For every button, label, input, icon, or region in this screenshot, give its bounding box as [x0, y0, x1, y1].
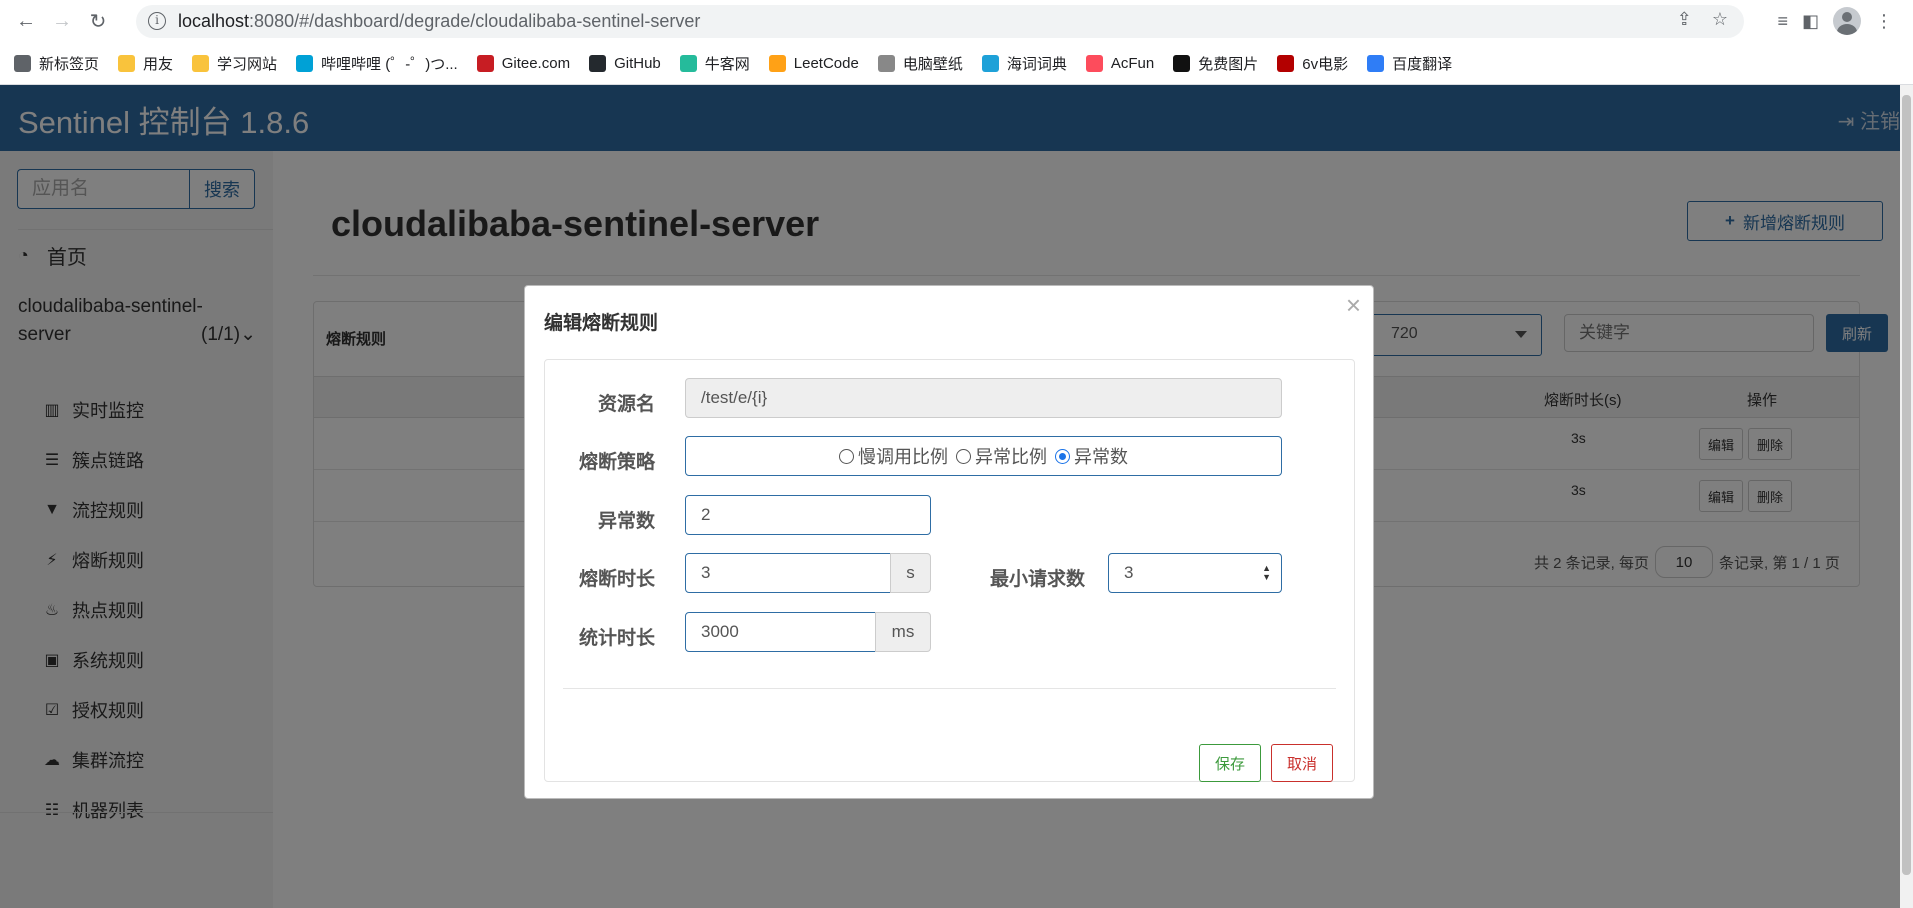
- bookmark-label: 用友: [143, 56, 174, 73]
- resource-field: /test/e/{i}: [685, 378, 1282, 418]
- close-icon[interactable]: ×: [1346, 290, 1361, 321]
- bookmark-icon: [118, 55, 136, 72]
- save-button[interactable]: 保存: [1199, 744, 1261, 782]
- bookmark-icon: [296, 55, 314, 72]
- forward-icon[interactable]: →: [44, 4, 80, 40]
- bookmark-icon: [877, 55, 895, 72]
- radio-icon: [956, 448, 971, 464]
- share-icon[interactable]: ⇪: [1677, 9, 1692, 30]
- browser-toolbar: ← → ↻ i localhost:8080/#/dashboard/degra…: [0, 0, 1913, 43]
- bookmarks-bar: 新标签页 用友 学习网站 哔哩哔哩 (゜-゜)つ... Gitee.com GitHub 牛…: [0, 43, 1913, 85]
- radio-error-count[interactable]: 异常数: [1055, 443, 1128, 469]
- bookmark-item[interactable]: Gitee.com: [476, 55, 571, 72]
- cancel-button[interactable]: 取消: [1271, 744, 1333, 782]
- strategy-label: 熔断策略: [578, 452, 655, 473]
- bookmark-item[interactable]: 6v电影: [1277, 53, 1348, 74]
- spinner-icon[interactable]: ▲ ▼: [1262, 564, 1271, 582]
- bookmark-label: 6v电影: [1302, 56, 1349, 73]
- radio-error-ratio[interactable]: 异常比例: [956, 443, 1047, 469]
- divider: [563, 688, 1336, 689]
- strategy-radio-group: 慢调用比例 异常比例 异常数: [685, 436, 1282, 476]
- info-icon[interactable]: i: [148, 12, 166, 30]
- bookmark-label: LeetCode: [793, 55, 859, 72]
- bookmark-icon: [476, 55, 494, 72]
- page-scrollbar[interactable]: [1900, 85, 1913, 908]
- bookmark-label: 海词词典: [1006, 56, 1067, 73]
- address-bar[interactable]: i localhost:8080/#/dashboard/degrade/clo…: [136, 5, 1744, 38]
- min-request-label: 最小请求数: [989, 569, 1085, 590]
- bookmark-icon: [1085, 55, 1103, 72]
- menu-icon[interactable]: ⋮: [1875, 11, 1893, 32]
- bookmark-label: AcFun: [1110, 55, 1155, 72]
- side-panel-icon[interactable]: ◧: [1802, 11, 1819, 32]
- bookmark-icon: [679, 55, 697, 72]
- dialog-form: 资源名 /test/e/{i} 熔断策略 慢调用比例 异常比例 异常数 异常数 …: [544, 359, 1355, 782]
- bookmark-item[interactable]: 牛客网: [679, 53, 750, 74]
- bookmark-icon: [589, 55, 607, 72]
- reading-list-icon[interactable]: ≡: [1777, 11, 1788, 32]
- bookmark-icon: [192, 55, 210, 72]
- break-duration-label: 熔断时长: [578, 569, 655, 590]
- bookmark-item[interactable]: 新标签页: [14, 53, 99, 74]
- bookmark-label: 电脑壁纸: [902, 56, 963, 73]
- exception-count-input[interactable]: 2: [685, 495, 931, 535]
- bookmark-icon: [1277, 55, 1295, 72]
- radio-icon: [839, 448, 854, 464]
- reload-icon[interactable]: ↻: [80, 4, 116, 40]
- break-duration-input[interactable]: 3: [685, 553, 891, 593]
- bookmark-item[interactable]: 用友: [118, 53, 173, 74]
- bookmark-item[interactable]: 免费图片: [1173, 53, 1258, 74]
- radio-checked-icon: [1055, 448, 1070, 464]
- bookmark-label: 牛客网: [704, 56, 750, 73]
- scrollbar-thumb[interactable]: [1902, 95, 1911, 875]
- star-icon[interactable]: ☆: [1712, 9, 1728, 30]
- bookmark-label: GitHub: [614, 55, 661, 72]
- bookmark-icon: [1173, 55, 1191, 72]
- bookmark-icon: [1367, 55, 1385, 72]
- edit-degrade-rule-dialog: 编辑熔断规则 × 资源名 /test/e/{i} 熔断策略 慢调用比例 异常比例…: [524, 285, 1374, 799]
- bookmark-item[interactable]: 百度翻译: [1367, 53, 1452, 74]
- back-icon[interactable]: ←: [8, 4, 44, 40]
- bookmark-item[interactable]: 学习网站: [192, 53, 277, 74]
- bookmark-item[interactable]: 哔哩哔哩 (゜-゜)つ...: [296, 53, 458, 74]
- bookmark-label: 百度翻译: [1392, 56, 1453, 73]
- bookmark-label: Gitee.com: [501, 55, 571, 72]
- exception-count-label: 异常数: [597, 511, 655, 532]
- bookmark-icon: [768, 55, 786, 72]
- bookmark-label: 哔哩哔哩 (゜-゜)つ...: [321, 56, 458, 73]
- break-duration-unit: s: [890, 553, 931, 593]
- stat-duration-unit: ms: [875, 612, 931, 652]
- profile-avatar[interactable]: [1833, 7, 1861, 35]
- bookmark-item[interactable]: GitHub: [589, 55, 661, 72]
- resource-label: 资源名: [597, 394, 655, 415]
- bookmark-icon: [14, 55, 31, 72]
- bookmark-item[interactable]: 电脑壁纸: [877, 53, 963, 74]
- min-request-value: 3: [1124, 563, 1134, 582]
- bookmark-label: 新标签页: [39, 56, 100, 73]
- bookmark-label: 学习网站: [217, 56, 278, 73]
- bookmark-item[interactable]: AcFun: [1085, 55, 1155, 72]
- bookmark-icon: [981, 55, 999, 72]
- url-path: :8080/#/dashboard/degrade/cloudalibaba-s…: [249, 11, 701, 31]
- url-host: localhost: [178, 11, 250, 31]
- stat-duration-input[interactable]: 3000: [685, 612, 876, 652]
- dialog-title: 编辑熔断规则: [544, 313, 659, 334]
- radio-slow-ratio[interactable]: 慢调用比例: [839, 443, 948, 469]
- bookmark-label: 免费图片: [1198, 56, 1259, 73]
- min-request-input[interactable]: 3 ▲ ▼: [1108, 553, 1282, 593]
- bookmark-item[interactable]: LeetCode: [768, 55, 859, 72]
- stat-duration-label: 统计时长: [578, 628, 655, 649]
- bookmark-item[interactable]: 海词词典: [981, 53, 1067, 74]
